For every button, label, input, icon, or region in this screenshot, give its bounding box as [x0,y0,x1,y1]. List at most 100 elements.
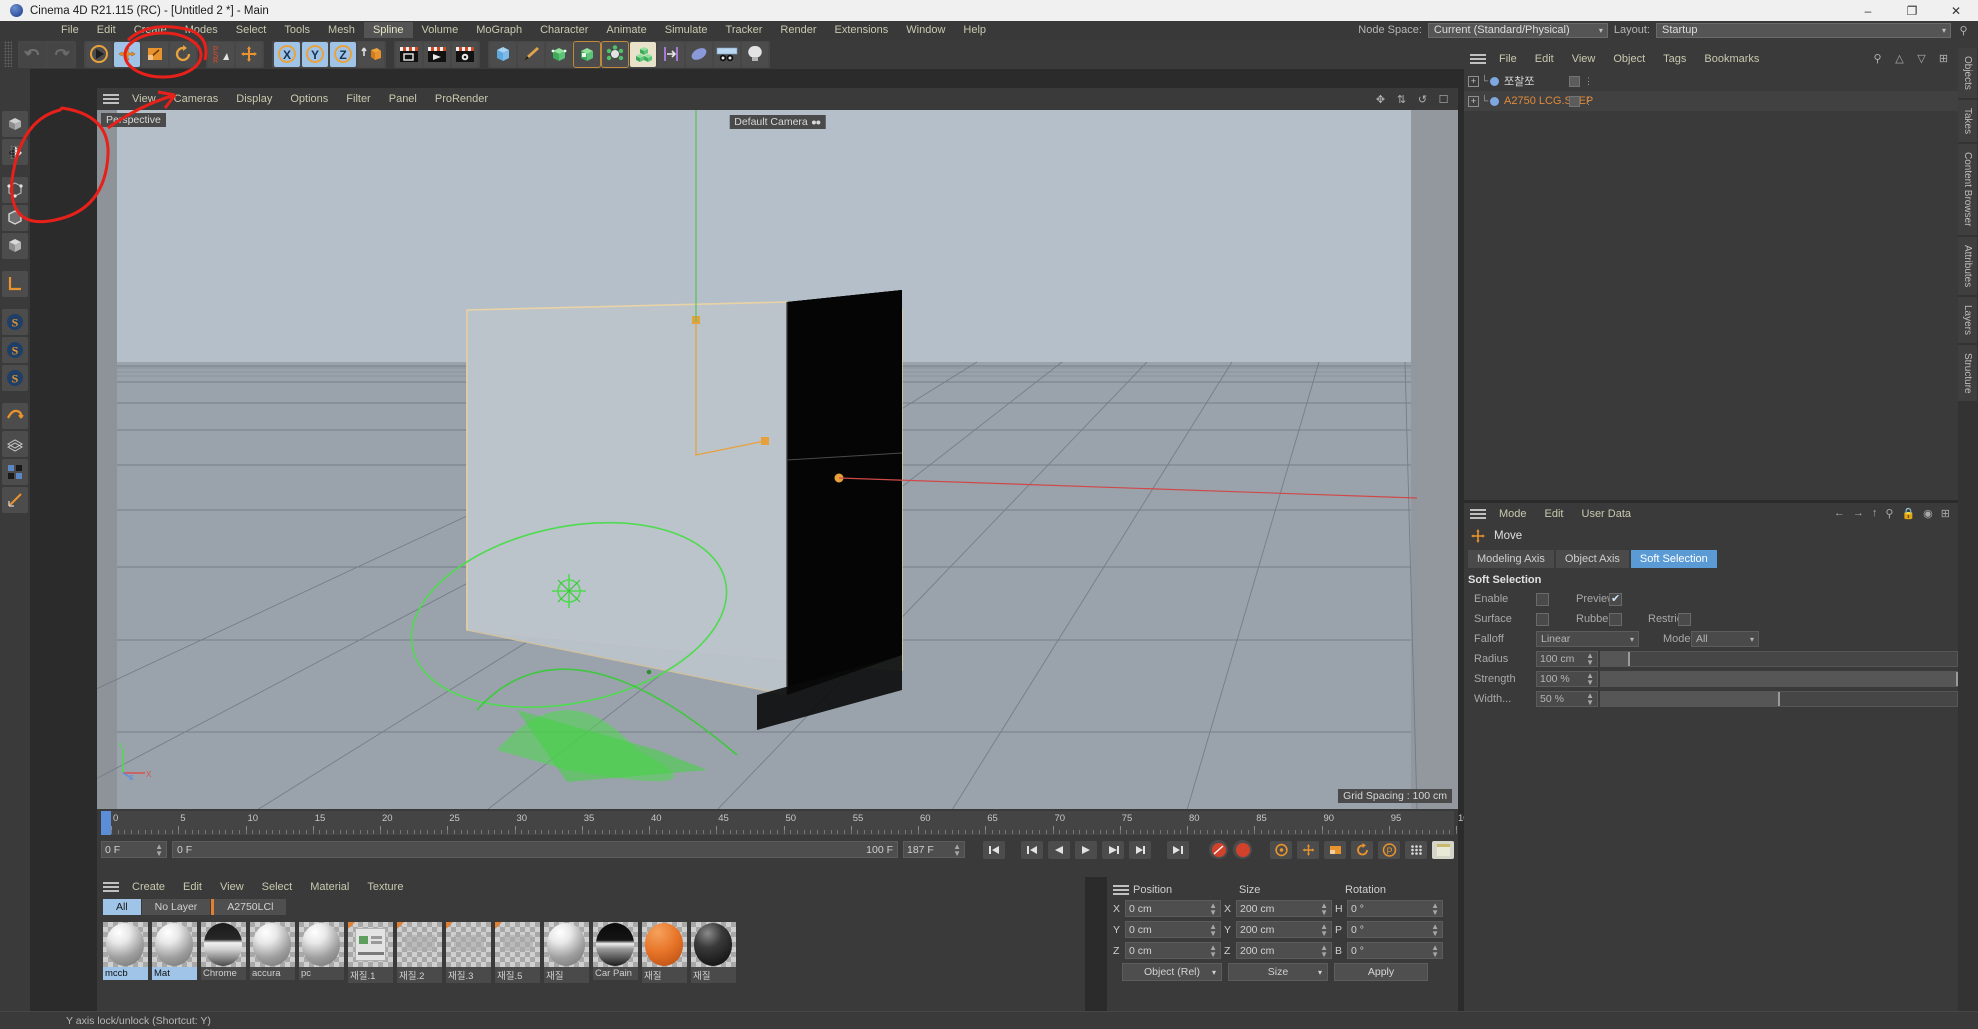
slider-value-field[interactable]: 50 % ▲ ▼ [1536,691,1598,707]
coordinate-value-field[interactable]: 0 cm ▲ ▼ [1125,900,1221,917]
node-space-select[interactable]: Current (Standard/Physical) [1427,22,1608,38]
object-menu-edit[interactable]: Edit [1526,51,1563,67]
material-swatch[interactable]: 재질.5 [495,922,540,983]
add-camera-button[interactable] [714,41,740,67]
menu-item-render[interactable]: Render [771,22,825,38]
add-field-button[interactable] [658,41,684,67]
rotate-view-icon[interactable]: ↺ [1416,93,1429,106]
right-tab-attributes[interactable]: Attributes [1958,236,1977,295]
material-swatch[interactable]: Chrome [201,922,246,983]
restrict-checkbox[interactable] [1678,612,1691,626]
coordinate-spinner[interactable]: ▲ ▼ [1427,922,1439,937]
falloff-mode-select[interactable]: All [1691,631,1759,647]
object-menu-object[interactable]: Object [1604,51,1654,67]
points-mode-button[interactable] [2,177,28,203]
up-icon[interactable]: ↑ [1872,507,1878,520]
edges-mode-button[interactable] [2,205,28,231]
maximize-button[interactable]: ❐ [1890,0,1934,21]
current-frame-field[interactable]: 0 F ▲ ▼ [101,841,167,858]
material-menu-icon[interactable] [103,881,119,893]
coordinate-spinner[interactable]: ▲ ▼ [1316,901,1328,916]
slider-spinner[interactable]: ▲ ▼ [1582,692,1594,707]
move-tool-button[interactable] [114,41,140,67]
apply-button[interactable]: Apply [1334,963,1428,981]
add-array-button[interactable] [573,40,601,68]
add-spline-button[interactable] [518,41,544,67]
rotate-tool-button[interactable] [170,41,196,67]
object-options-icon[interactable]: ⋮ [1584,96,1593,105]
coordinate-spinner[interactable]: ▲ ▼ [1205,943,1217,958]
target-icon[interactable]: ◉ [1923,507,1933,520]
material-swatch[interactable]: 재질.1 [348,922,393,983]
quantize-button[interactable] [2,459,28,485]
layout-select[interactable]: Startup [1656,22,1951,38]
polygons-mode-button[interactable] [2,233,28,259]
measure-button[interactable] [2,487,28,513]
menu-item-modes[interactable]: Modes [176,22,227,38]
menu-item-animate[interactable]: Animate [597,22,655,38]
coordinate-value-field[interactable]: 0 ° ▲ ▼ [1347,942,1443,959]
viewport-menu-icon[interactable] [103,93,119,105]
menu-item-tools[interactable]: Tools [275,22,319,38]
material-thumbnail[interactable] [397,922,442,967]
key-parameter-button[interactable]: P [1378,840,1400,859]
minimize-button[interactable]: – [1846,0,1890,21]
object-tag-icon[interactable] [1569,75,1580,87]
material-swatch[interactable]: Mat [152,922,197,983]
object-row[interactable]: + └ 쪼찰쪼 ⋮ [1464,71,1958,91]
preview-checkbox[interactable] [1609,592,1622,606]
workplane-button[interactable] [2,403,28,429]
material-thumbnail[interactable] [446,922,491,967]
slider-knob[interactable] [1778,692,1780,706]
world-object-button[interactable] [236,41,262,67]
menu-item-edit[interactable]: Edit [88,22,125,38]
coordinate-mode-select[interactable]: Object (Rel) [1122,963,1222,981]
autokeying-button[interactable] [1233,840,1252,859]
go-to-end-button[interactable] [1167,840,1189,859]
menu-item-character[interactable]: Character [531,22,597,38]
coordinate-value-field[interactable]: 0 cm ▲ ▼ [1125,921,1221,938]
next-key-button[interactable] [1129,840,1151,859]
material-menu-create[interactable]: Create [123,879,174,895]
current-frame-spinner[interactable]: ▲ ▼ [151,842,163,857]
add-cube-button[interactable] [490,41,516,67]
material-thumbnail[interactable] [299,922,344,967]
coordinate-value-field[interactable]: 0 ° ▲ ▼ [1347,900,1443,917]
viewport-menu-options[interactable]: Options [281,91,337,107]
material-swatch[interactable]: 재질 [691,922,736,983]
point-level-animation-button[interactable] [1405,840,1427,859]
maximize-view-icon[interactable]: ☐ [1437,93,1450,106]
coordinate-value-field[interactable]: 0 ° ▲ ▼ [1347,921,1443,938]
redo-button[interactable] [48,41,74,67]
viewport-3d-canvas[interactable]: Perspective Default Camera Grid Spacing … [97,110,1458,809]
add-generator-button[interactable] [546,41,572,67]
viewport-menu-cameras[interactable]: Cameras [165,91,228,107]
x-axis-lock-button[interactable]: X [274,41,300,67]
coordinate-spinner[interactable]: ▲ ▼ [1427,943,1439,958]
material-thumbnail[interactable] [495,922,540,967]
lock-icon[interactable]: 🔒 [1901,507,1915,520]
attributes-menu-mode[interactable]: Mode [1490,506,1536,522]
material-thumbnail[interactable] [544,922,589,967]
expand-icon[interactable]: + [1468,75,1479,87]
right-tab-layers[interactable]: Layers [1958,296,1977,343]
coordinate-spinner[interactable]: ▲ ▼ [1427,901,1439,916]
coordinate-spinner[interactable]: ▲ ▼ [1205,901,1217,916]
ps-toggle-button[interactable]: PSR [208,41,234,67]
step-back-button[interactable] [1048,840,1070,859]
material-menu-view[interactable]: View [211,879,253,895]
slider-track[interactable] [1600,691,1958,707]
material-swatch[interactable]: 재질.3 [446,922,491,983]
home-icon[interactable]: △ [1893,52,1906,65]
attributes-tab[interactable]: Soft Selection [1630,550,1717,568]
attributes-tab[interactable]: Modeling Axis [1468,550,1554,568]
slider-track[interactable] [1600,671,1958,687]
object-menu-tags[interactable]: Tags [1654,51,1695,67]
max-frame-field[interactable]: 187 F ▲ ▼ [903,841,965,858]
key-rotate-button[interactable] [1351,840,1373,859]
menu-item-create[interactable]: Create [125,22,176,38]
enable-checkbox[interactable] [1536,592,1549,606]
material-layer-tab[interactable]: No Layer [141,898,211,915]
search-attributes-icon[interactable]: ⚲ [1885,507,1893,520]
add-deformer-button[interactable] [601,40,629,68]
